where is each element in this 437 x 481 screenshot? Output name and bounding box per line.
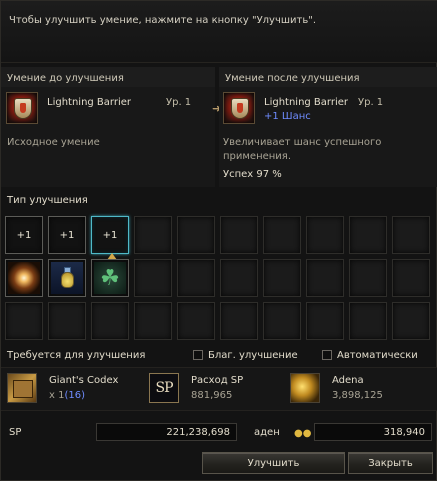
requirements-header: Требуется для улучшения — [7, 350, 146, 361]
blessed-enchant-checkbox[interactable] — [193, 350, 203, 360]
auto-enchant-checkbox[interactable] — [322, 350, 332, 360]
enchant-type-sparkle[interactable] — [5, 259, 43, 297]
req-item-name: Adena — [332, 375, 364, 386]
empty-slot — [177, 302, 215, 340]
success-rate: Успех 97 % — [223, 169, 282, 180]
after-desc-line2: применения. — [223, 151, 292, 162]
enchant-type-clover[interactable]: ☘ — [91, 259, 129, 297]
auto-enchant-label: Автоматически — [337, 350, 418, 361]
empty-slot — [349, 216, 387, 254]
before-header: Умение до улучшения — [1, 67, 215, 87]
close-button[interactable]: Закрыть — [348, 452, 433, 474]
coins-icon: ●● — [294, 428, 312, 439]
enchant-type-potion[interactable] — [48, 259, 86, 297]
empty-slot — [263, 216, 301, 254]
sp-balance-label: SP — [9, 427, 22, 438]
empty-slot — [349, 302, 387, 340]
empty-slot — [220, 302, 258, 340]
empty-slot — [177, 259, 215, 297]
empty-slot — [306, 259, 344, 297]
lightning-barrier-icon — [6, 92, 38, 124]
empty-slot — [48, 302, 86, 340]
empty-slot — [392, 302, 430, 340]
after-skill-level: Ур. 1 — [358, 97, 384, 108]
after-desc-line1: Увеличивает шанс успешного — [223, 137, 382, 148]
instruction-text: Чтобы улучшить умение, нажмите на кнопку… — [1, 1, 437, 63]
clover-icon: ☘ — [94, 262, 126, 294]
empty-slot — [349, 259, 387, 297]
empty-slot — [306, 302, 344, 340]
enchant-button[interactable]: Улучшить — [202, 452, 345, 474]
sp-icon: SP — [149, 373, 179, 403]
empty-slot — [392, 216, 430, 254]
req-item-qty-needed: x 1 — [49, 390, 65, 401]
potion-icon — [51, 262, 83, 294]
after-enchant-route: +1 Шанс — [264, 111, 311, 122]
after-skill-name: Lightning Barrier — [264, 97, 349, 108]
req-item-name: Giant's Codex — [49, 375, 119, 386]
empty-slot — [134, 302, 172, 340]
before-skill-note: Исходное умение — [7, 137, 100, 148]
req-item-qty: 881,965 — [191, 390, 233, 401]
empty-slot — [392, 259, 430, 297]
req-item-qty: 3,898,125 — [332, 390, 383, 401]
book-icon — [7, 373, 37, 403]
sparkle-icon — [8, 262, 40, 294]
empty-slot — [5, 302, 43, 340]
lightning-barrier-enchanted-icon — [223, 92, 255, 124]
requirements-panel — [1, 367, 437, 411]
empty-slot — [134, 216, 172, 254]
empty-slot — [177, 216, 215, 254]
enchant-type-plus1-a[interactable]: +1 — [5, 216, 43, 254]
before-skill-name: Lightning Barrier — [47, 97, 132, 108]
plus-label: +1 — [16, 229, 32, 241]
before-skill-level: Ур. 1 — [166, 97, 192, 108]
req-item-qty-owned: (16) — [64, 390, 85, 401]
enchant-type-plus1-c-selected[interactable]: +1 — [91, 216, 129, 264]
req-item-qty: x 1(16) — [49, 390, 85, 401]
empty-slot — [263, 302, 301, 340]
plus-label: +1 — [59, 229, 75, 241]
enchant-type-header: Тип улучшения — [7, 195, 88, 206]
empty-slot — [263, 259, 301, 297]
empty-slot — [220, 216, 258, 254]
req-item-name: Расход SP — [191, 375, 244, 386]
enchant-type-plus1-b[interactable]: +1 — [48, 216, 86, 254]
plus-label: +1 — [102, 229, 118, 241]
empty-slot — [91, 302, 129, 340]
blessed-enchant-label: Благ. улучшение — [208, 350, 298, 361]
sp-balance-value: 221,238,698 — [96, 423, 237, 441]
after-header: Умение после улучшения — [219, 67, 437, 87]
empty-slot — [306, 216, 344, 254]
adena-balance-label: аден — [254, 427, 280, 438]
adena-icon — [290, 373, 320, 403]
empty-slot — [220, 259, 258, 297]
empty-slot — [134, 259, 172, 297]
skill-enchant-window: Чтобы улучшить умение, нажмите на кнопку… — [0, 0, 437, 481]
adena-balance-value: 318,940 — [314, 423, 432, 441]
